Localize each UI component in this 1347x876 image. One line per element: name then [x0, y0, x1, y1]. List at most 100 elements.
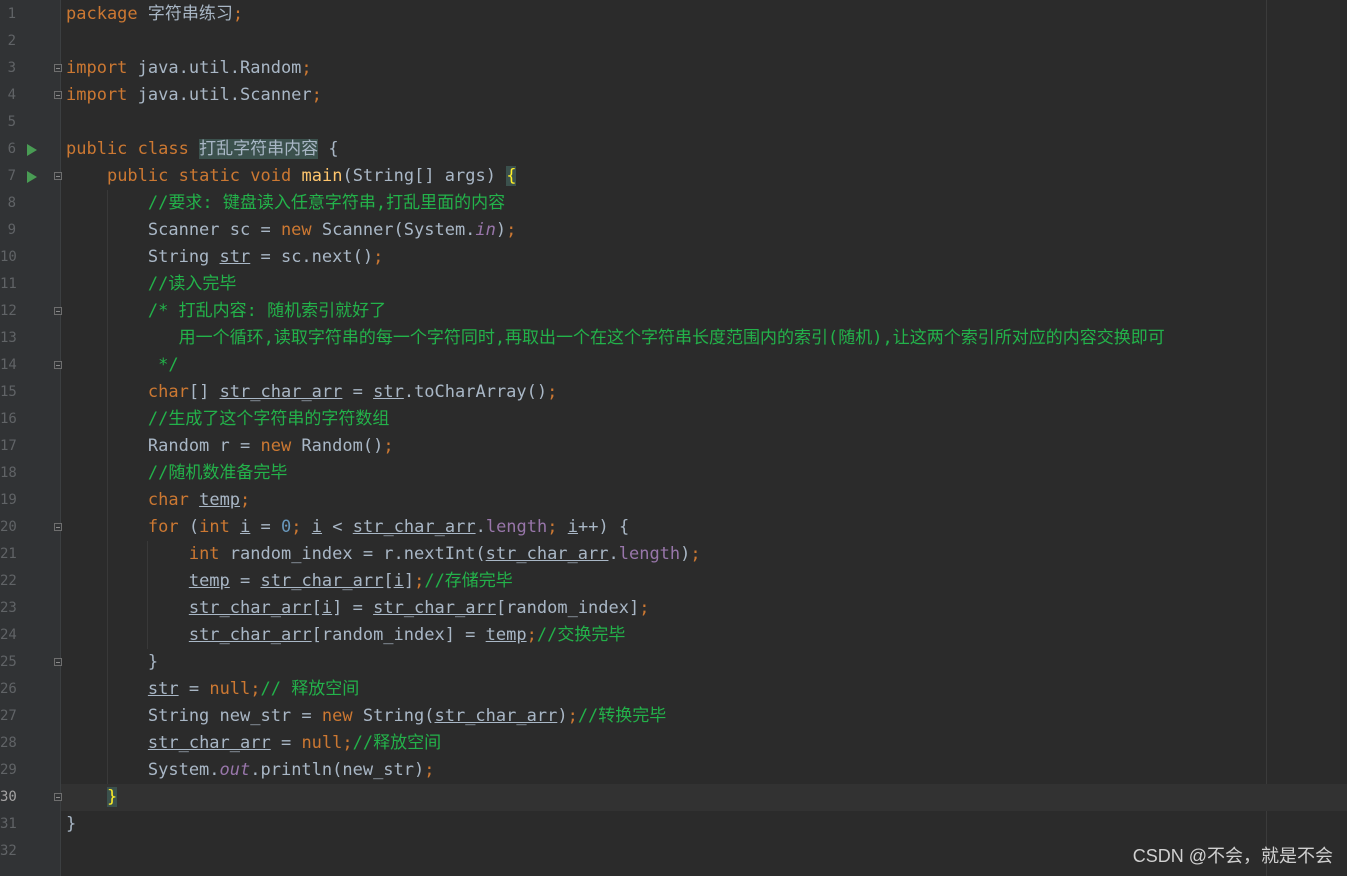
code-line[interactable]: //随机数准备完毕: [61, 460, 1347, 487]
line-number: 9: [7, 222, 16, 238]
line-number: 4: [7, 87, 16, 103]
code-text: //生成了这个字符串的字符数组: [147, 409, 390, 429]
code-text: import java.util.Scanner;: [66, 85, 322, 105]
code-text: }: [66, 652, 159, 672]
code-line[interactable]: char temp;: [61, 487, 1347, 514]
code-line[interactable]: import java.util.Random;: [61, 55, 1347, 82]
fold-toggle-icon[interactable]: [54, 361, 62, 369]
code-line[interactable]: [61, 28, 1347, 55]
code-line[interactable]: System.out.println(new_str);: [61, 757, 1347, 784]
code-text: public class 打乱字符串内容 {: [66, 139, 339, 159]
code-text: 用一个循环,读取字符串的每一个字符同时,再取出一个在这个字符串长度范围内的索引(…: [66, 328, 1165, 348]
code-text: str_char_arr[i] = str_char_arr[random_in…: [188, 598, 650, 618]
line-number: 21: [0, 546, 17, 562]
line-number: 31: [0, 816, 17, 832]
code-line[interactable]: public static void main(String[] args) {: [61, 163, 1347, 190]
code-line[interactable]: //要求: 键盘读入任意字符串,打乱里面的内容: [61, 190, 1347, 217]
line-number: 11: [0, 276, 17, 292]
code-text: /* 打乱内容: 随机索引就好了: [147, 301, 387, 321]
code-text: public static void main(String[] args) {: [106, 166, 517, 186]
code-line[interactable]: import java.util.Scanner;: [61, 82, 1347, 109]
line-number: 24: [0, 627, 17, 643]
code-text: //要求: 键盘读入任意字符串,打乱里面的内容: [147, 193, 506, 213]
line-number: 16: [0, 411, 17, 427]
code-text: //随机数准备完毕: [147, 463, 288, 483]
line-number: 25: [0, 654, 17, 670]
code-line[interactable]: package 字符串练习;: [61, 1, 1347, 28]
line-number: 8: [7, 195, 16, 211]
fold-toggle-icon[interactable]: [54, 658, 62, 666]
code-text: str_char_arr[random_index] = temp;//交换完毕: [188, 625, 626, 645]
code-text: int random_index = r.nextInt(str_char_ar…: [188, 544, 701, 564]
code-text: String new_str = new String(str_char_arr…: [66, 706, 667, 726]
code-line[interactable]: */: [61, 352, 1347, 379]
line-number: 2: [7, 33, 16, 49]
fold-toggle-icon[interactable]: [54, 64, 62, 72]
line-number: 20: [0, 519, 17, 535]
code-text: str = null;// 释放空间: [147, 679, 360, 699]
line-number: 10: [0, 249, 17, 265]
line-number: 14: [0, 357, 17, 373]
code-line[interactable]: /* 打乱内容: 随机索引就好了: [61, 298, 1347, 325]
fold-toggle-icon[interactable]: [54, 523, 62, 531]
code-line[interactable]: Random r = new Random();: [61, 433, 1347, 460]
code-text: str_char_arr = null;//释放空间: [147, 733, 442, 753]
code-line[interactable]: int random_index = r.nextInt(str_char_ar…: [61, 541, 1347, 568]
line-number: 22: [0, 573, 17, 589]
code-text: }: [66, 814, 77, 834]
fold-toggle-icon[interactable]: [54, 793, 62, 801]
code-text: */: [66, 355, 179, 375]
line-number: 17: [0, 438, 17, 454]
code-line[interactable]: }: [61, 649, 1347, 676]
code-line[interactable]: str = null;// 释放空间: [61, 676, 1347, 703]
code-text: import java.util.Random;: [66, 58, 312, 78]
code-line[interactable]: public class 打乱字符串内容 {: [61, 136, 1347, 163]
code-text: Random r = new Random();: [66, 436, 394, 456]
code-line[interactable]: //读入完毕: [61, 271, 1347, 298]
code-line[interactable]: temp = str_char_arr[i];//存储完毕: [61, 568, 1347, 595]
code-text: //读入完毕: [147, 274, 237, 294]
code-line[interactable]: //生成了这个字符串的字符数组: [61, 406, 1347, 433]
indent-guide: [107, 190, 108, 784]
code-line[interactable]: [61, 109, 1347, 136]
line-number: 23: [0, 600, 17, 616]
code-line[interactable]: Scanner sc = new Scanner(System.in);: [61, 217, 1347, 244]
watermark: CSDN @不会，就是不会: [1132, 846, 1333, 866]
run-gutter-icon[interactable]: [27, 144, 37, 156]
line-number: 32: [0, 843, 17, 859]
line-number: 3: [7, 60, 16, 76]
fold-toggle-icon[interactable]: [54, 91, 62, 99]
line-number: 7: [7, 168, 16, 184]
code-text: char[] str_char_arr = str.toCharArray();: [147, 382, 558, 402]
code-text: for (int i = 0; i < str_char_arr.length;…: [147, 517, 630, 537]
code-line[interactable]: str_char_arr = null;//释放空间: [61, 730, 1347, 757]
code-text: String str = sc.next();: [66, 247, 384, 267]
run-gutter-icon[interactable]: [27, 171, 37, 183]
line-number: 28: [0, 735, 17, 751]
indent-guide: [147, 541, 148, 649]
code-line[interactable]: }: [61, 811, 1347, 838]
code-text: char temp;: [147, 490, 251, 510]
code-line[interactable]: String str = sc.next();: [61, 244, 1347, 271]
fold-toggle-icon[interactable]: [54, 172, 62, 180]
code-line[interactable]: 用一个循环,读取字符串的每一个字符同时,再取出一个在这个字符串长度范围内的索引(…: [61, 325, 1347, 352]
code-line[interactable]: for (int i = 0; i < str_char_arr.length;…: [61, 514, 1347, 541]
line-number: 19: [0, 492, 17, 508]
line-number: 26: [0, 681, 17, 697]
code-line[interactable]: str_char_arr[random_index] = temp;//交换完毕: [61, 622, 1347, 649]
code-line[interactable]: str_char_arr[i] = str_char_arr[random_in…: [61, 595, 1347, 622]
line-number: 1: [7, 6, 16, 22]
line-number: 30: [0, 789, 17, 805]
line-number: 5: [7, 114, 16, 130]
line-number: 27: [0, 708, 17, 724]
code-text: System.out.println(new_str);: [66, 760, 435, 780]
code-text: temp = str_char_arr[i];//存储完毕: [188, 571, 513, 591]
line-number: 15: [0, 384, 17, 400]
code-line[interactable]: String new_str = new String(str_char_arr…: [61, 703, 1347, 730]
code-line[interactable]: char[] str_char_arr = str.toCharArray();: [61, 379, 1347, 406]
line-number: 12: [0, 303, 17, 319]
line-number: 18: [0, 465, 17, 481]
code-line[interactable]: }: [61, 784, 1347, 811]
line-number: 6: [7, 141, 16, 157]
fold-toggle-icon[interactable]: [54, 307, 62, 315]
